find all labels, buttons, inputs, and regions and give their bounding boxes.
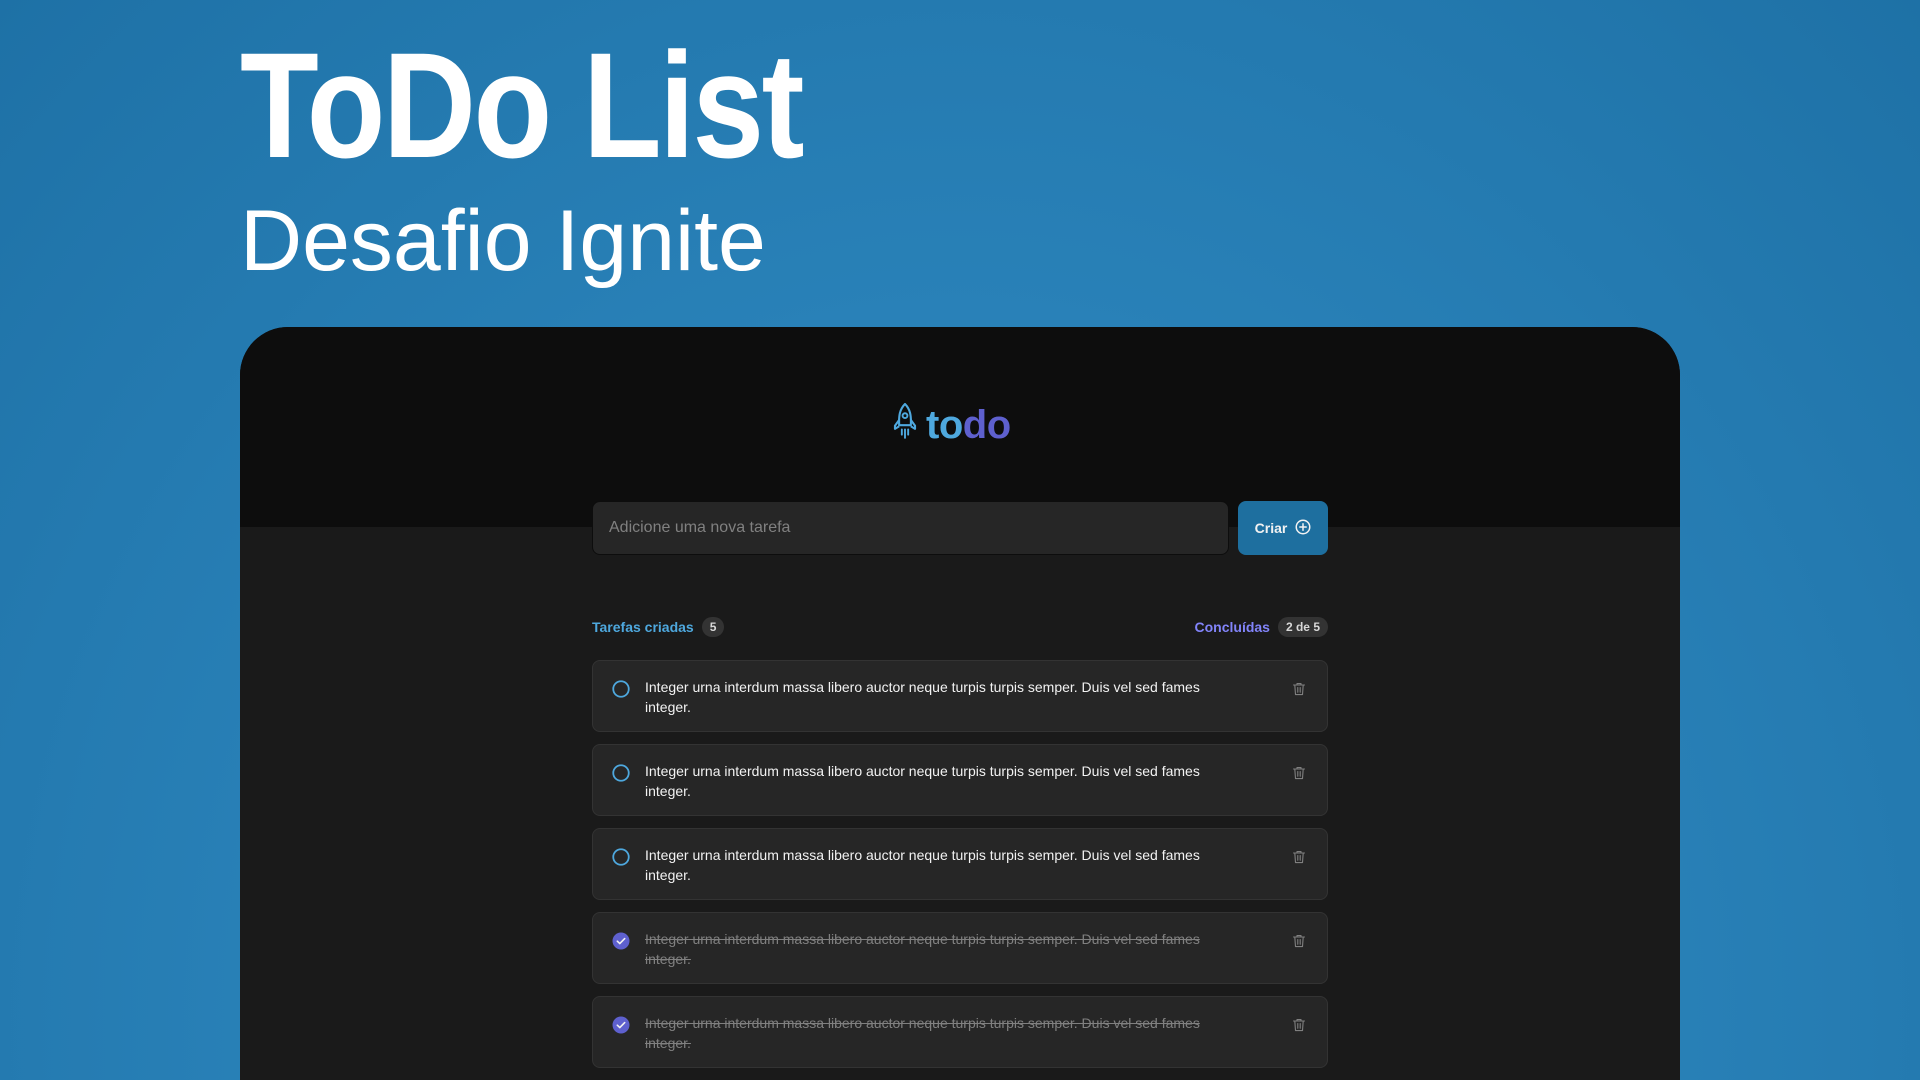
done-counter: Concluídas 2 de 5 (1194, 617, 1328, 637)
task-text: Integer urna interdum massa libero aucto… (645, 931, 1200, 967)
new-task-form: Criar (592, 501, 1328, 555)
created-count-badge: 5 (701, 617, 725, 637)
new-task-input[interactable] (592, 501, 1229, 555)
hero-subtitle: Desafio Ignite (240, 193, 766, 289)
task-item: Integer urna interdum massa libero aucto… (592, 828, 1328, 900)
done-count-badge: 2 de 5 (1277, 617, 1328, 637)
task-item: Integer urna interdum massa libero aucto… (592, 996, 1328, 1068)
unchecked-circle-icon[interactable] (609, 845, 633, 869)
task-item: Integer urna interdum massa libero aucto… (592, 744, 1328, 816)
task-item: Integer urna interdum massa libero aucto… (592, 660, 1328, 732)
rocket-icon (892, 403, 918, 446)
task-item: Integer urna interdum massa libero aucto… (592, 912, 1328, 984)
task-text: Integer urna interdum massa libero aucto… (645, 847, 1200, 883)
create-button-label: Criar (1254, 520, 1288, 536)
unchecked-circle-icon[interactable] (609, 677, 633, 701)
plus-circle-icon (1295, 519, 1311, 538)
task-text: Integer urna interdum massa libero aucto… (645, 679, 1200, 715)
unchecked-circle-icon[interactable] (609, 761, 633, 785)
trash-icon[interactable] (1287, 677, 1311, 701)
done-counter-label: Concluídas (1194, 619, 1270, 635)
trash-icon[interactable] (1287, 761, 1311, 785)
task-text: Integer urna interdum massa libero aucto… (645, 763, 1200, 799)
trash-icon[interactable] (1287, 929, 1311, 953)
checked-circle-icon[interactable] (609, 929, 633, 953)
task-text: Integer urna interdum massa libero aucto… (645, 1015, 1200, 1051)
trash-icon[interactable] (1287, 1013, 1311, 1037)
created-counter: Tarefas criadas 5 (592, 617, 725, 637)
task-list: Integer urna interdum massa libero aucto… (592, 660, 1328, 1068)
app-window: todo Criar Tarefas criadas 5 Concluídas … (240, 327, 1680, 1080)
create-button[interactable]: Criar (1238, 501, 1328, 555)
hero-title: ToDo List (240, 21, 805, 189)
checked-circle-icon[interactable] (609, 1013, 633, 1037)
task-counters: Tarefas criadas 5 Concluídas 2 de 5 (592, 617, 1328, 637)
trash-icon[interactable] (1287, 845, 1311, 869)
logo: todo (892, 403, 1011, 446)
logo-text: todo (926, 402, 1011, 447)
app-header: todo (240, 327, 1680, 527)
created-counter-label: Tarefas criadas (592, 619, 694, 635)
